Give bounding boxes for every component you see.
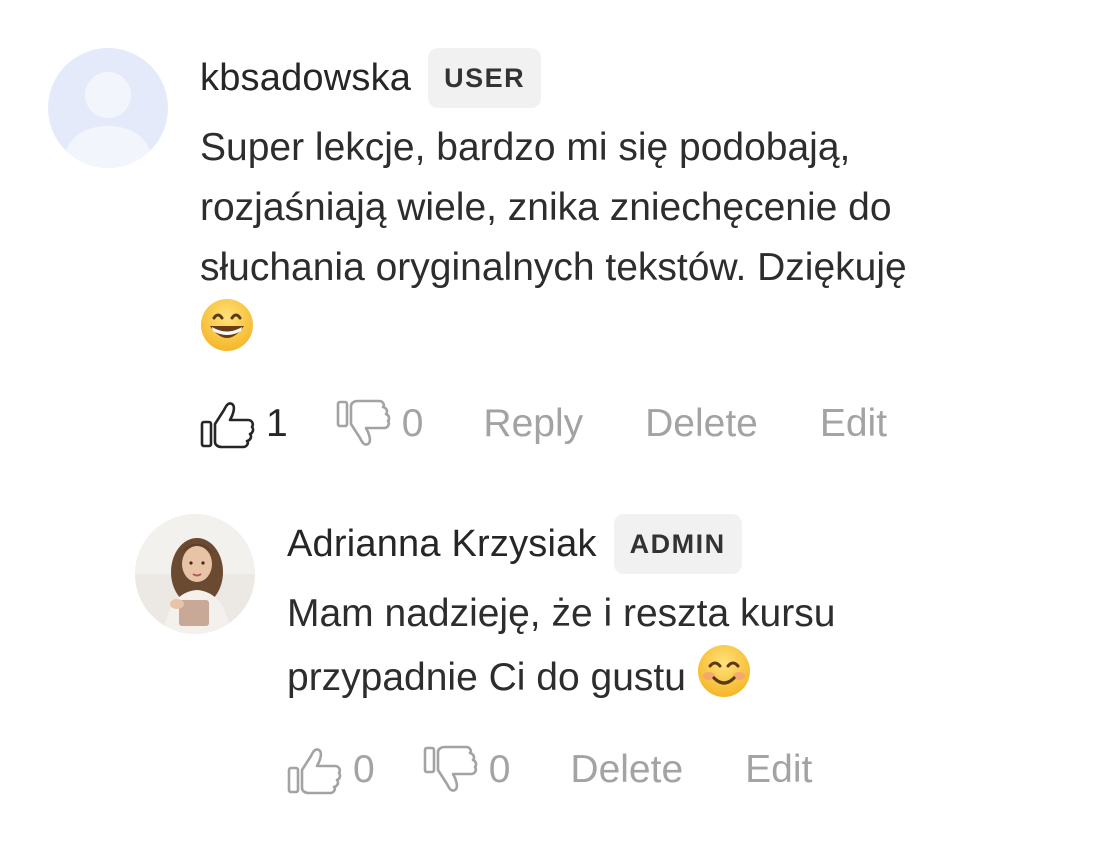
thumbs-down-icon [423, 745, 478, 792]
user-silhouette-icon [48, 48, 168, 168]
edit-button[interactable]: Edit [745, 748, 812, 792]
thumbs-up-icon [200, 402, 255, 449]
like-count: 1 [266, 402, 288, 445]
dislike-count: 0 [488, 748, 511, 791]
edit-button[interactable]: Edit [820, 402, 887, 446]
comment-text-line: słuchania oryginalnych tekstów. Dziękuję [200, 246, 907, 289]
comment-actions: 0 0 Delete Edit [287, 740, 812, 800]
profile-photo-icon [135, 514, 255, 634]
thumbs-up-icon [287, 748, 342, 795]
role-badge: ADMIN [613, 514, 742, 574]
default-avatar [48, 48, 168, 168]
like-button[interactable]: 1 [200, 398, 288, 450]
comment-text: Mam nadzieję, że i reszta kursu przypadn… [287, 584, 1087, 708]
delete-button[interactable]: Delete [645, 402, 758, 446]
comment-header: kbsadowska USER [200, 48, 1080, 108]
role-badge: USER [428, 48, 542, 108]
dislike-count: 0 [401, 402, 424, 445]
delete-button[interactable]: Delete [570, 748, 683, 792]
comment-body: Adrianna Krzysiak ADMIN Mam nadzieję, że… [287, 514, 1087, 708]
grinning-face-emoji-icon [201, 299, 253, 351]
comment-body: kbsadowska USER Super lekcje, bardzo mi … [200, 48, 1080, 362]
smiling-face-emoji-icon [697, 645, 750, 697]
like-count: 0 [353, 748, 375, 791]
comment-text-line: Mam nadzieję, że i reszta kursu [287, 592, 836, 635]
comment-text-line: przypadnie Ci do gustu [287, 656, 686, 699]
comment-actions: 1 0 Reply Delete Edit [200, 394, 887, 454]
comment-header: Adrianna Krzysiak ADMIN [287, 514, 1087, 574]
admin-avatar [135, 514, 255, 634]
reply-button[interactable]: Reply [483, 402, 583, 446]
like-button[interactable]: 0 [287, 744, 375, 796]
comment-text-line: Super lekcje, bardzo mi się podobają, [200, 126, 851, 169]
dislike-button[interactable]: 0 [336, 398, 424, 450]
thumbs-down-icon [336, 399, 391, 446]
author-name[interactable]: kbsadowska [200, 57, 411, 100]
author-name[interactable]: Adrianna Krzysiak [287, 523, 597, 566]
comment-text-line: rozjaśniają wiele, znika zniechęcenie do [200, 186, 892, 229]
comment-text: Super lekcje, bardzo mi się podobają, ro… [200, 118, 1080, 362]
dislike-button[interactable]: 0 [423, 744, 511, 796]
